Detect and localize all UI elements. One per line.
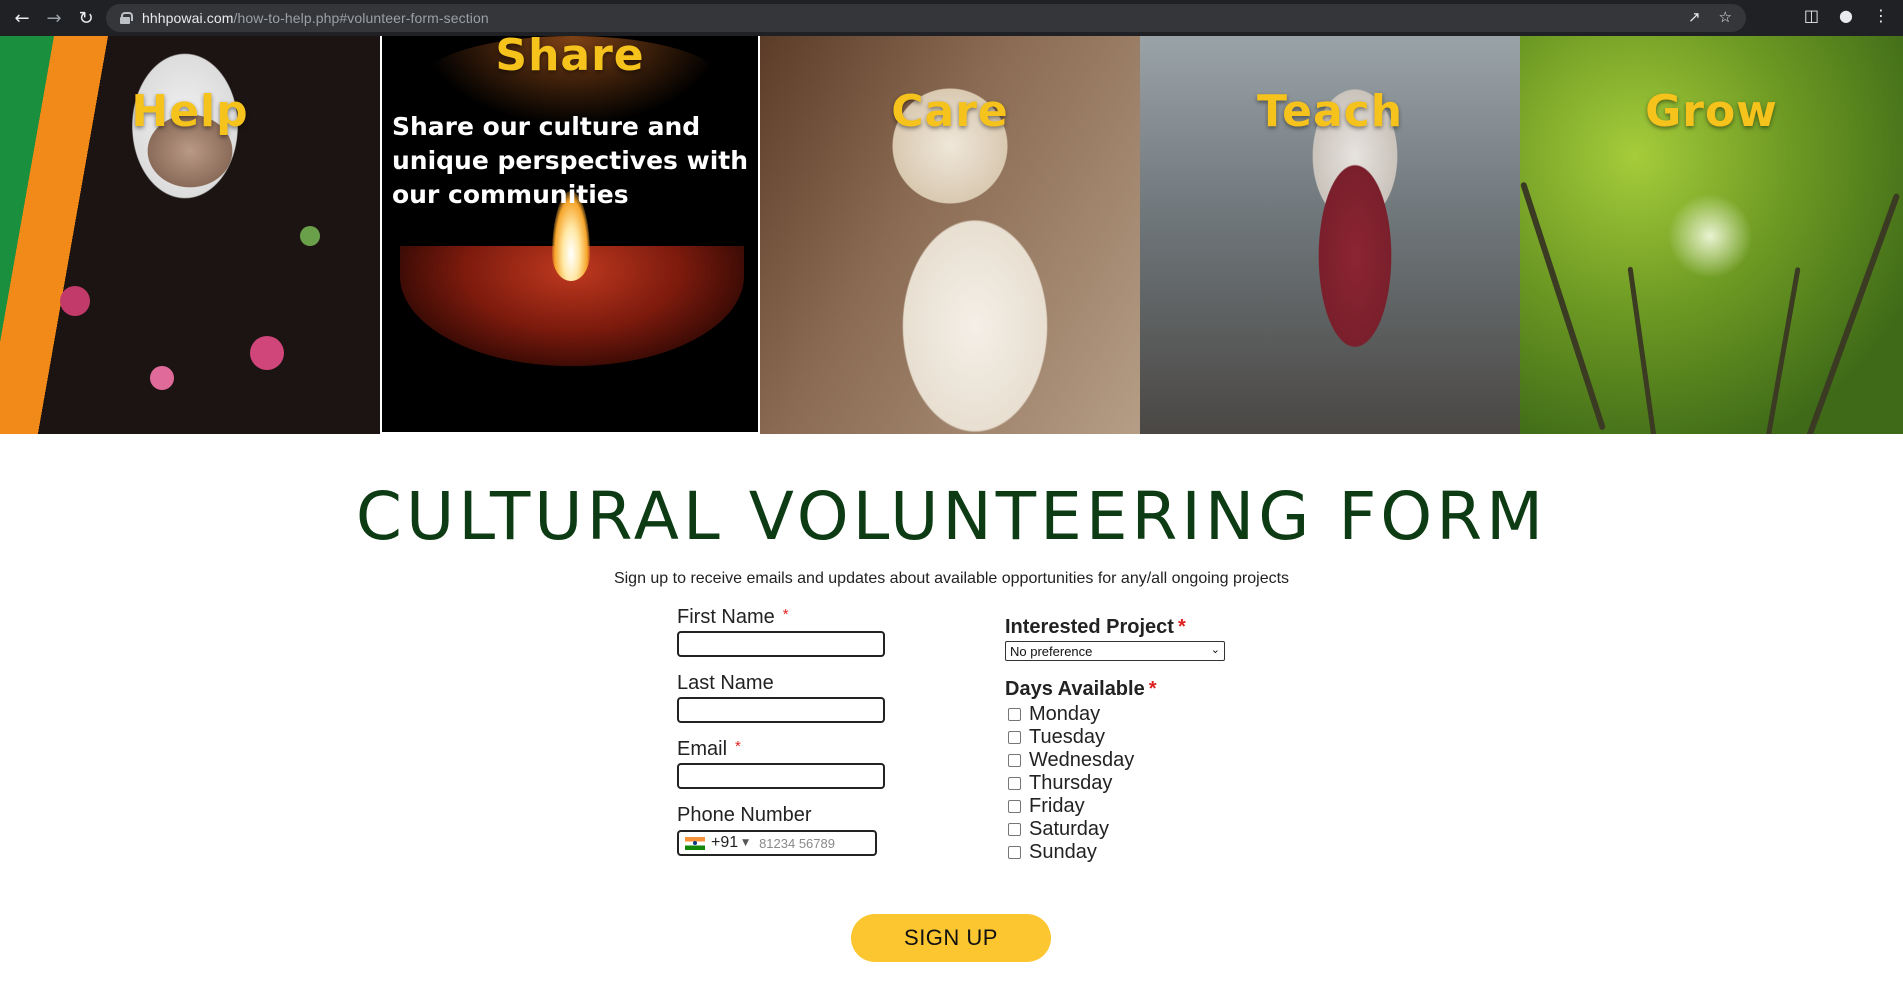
day-label: Thursday (1029, 772, 1113, 794)
day-label: Friday (1029, 795, 1085, 817)
last-name-label: Last Name (677, 672, 774, 694)
form-subtitle: Sign up to receive emails and updates ab… (613, 570, 1290, 587)
tile-teach[interactable]: Teach (1140, 36, 1520, 434)
tile-grow[interactable]: Grow (1520, 36, 1903, 434)
branch-decoration (1764, 266, 1801, 434)
dial-code[interactable]: +91 (711, 834, 738, 852)
omnibox-actions: ↗ ☆ (1688, 8, 1732, 26)
browser-toolbar: ← → ↻ hhhpowai.com/how-to-help.php#volun… (0, 0, 1903, 36)
flower-decoration (60, 286, 90, 316)
hero-tiles: Help Share Share our culture and unique … (0, 36, 1903, 434)
day-label: Sunday (1029, 841, 1097, 863)
first-name-label-text: First Name (677, 606, 775, 628)
flower-decoration (300, 226, 320, 246)
last-name-input[interactable] (677, 697, 885, 723)
day-option-saturday[interactable]: Saturday (1008, 818, 1109, 841)
day-checkbox[interactable] (1008, 800, 1021, 813)
day-label: Saturday (1029, 818, 1110, 840)
toolbar-actions: ◫ ● ⋮ (1804, 6, 1889, 25)
branch-decoration (1520, 181, 1607, 431)
tile-share-title: Share (495, 36, 645, 81)
side-panel-icon[interactable]: ◫ (1804, 6, 1819, 25)
tile-share[interactable]: Share Share our culture and unique persp… (380, 36, 760, 434)
tile-share-description: Share our culture and unique perspective… (392, 112, 749, 209)
required-marker: * (1177, 616, 1186, 638)
reload-icon[interactable]: ↻ (74, 6, 98, 30)
first-name-label: First Name * (677, 606, 789, 629)
day-option-sunday[interactable]: Sunday (1008, 841, 1097, 864)
lock-icon[interactable] (120, 12, 133, 24)
day-label: Tuesday (1029, 726, 1105, 748)
form-title: CULTURAL VOLUNTEERING FORM (355, 478, 1548, 555)
required-marker: * (735, 738, 741, 755)
back-icon[interactable]: ← (10, 6, 34, 30)
tile-help[interactable]: Help (0, 36, 380, 434)
forward-icon[interactable]: → (42, 6, 66, 30)
day-option-friday[interactable]: Friday (1008, 795, 1085, 818)
tile-help-title: Help (131, 86, 249, 137)
url-domain: hhhpowai.com (142, 10, 234, 26)
star-icon[interactable]: ☆ (1719, 8, 1732, 26)
phone-label: Phone Number (677, 804, 812, 826)
day-label: Wednesday (1029, 749, 1135, 771)
email-label-text: Email (677, 738, 728, 760)
day-label: Monday (1029, 703, 1101, 725)
share-icon[interactable]: ↗ (1688, 8, 1701, 26)
branch-decoration (1805, 192, 1901, 434)
day-checkbox[interactable] (1008, 731, 1021, 744)
tile-care-title: Care (891, 86, 1009, 137)
day-checkbox[interactable] (1008, 846, 1021, 859)
phone-input[interactable] (759, 835, 870, 851)
day-option-thursday[interactable]: Thursday (1008, 772, 1112, 795)
phone-field[interactable]: +91 ▼ (677, 830, 877, 856)
branch-decoration (1627, 266, 1658, 434)
day-option-tuesday[interactable]: Tuesday (1008, 726, 1105, 749)
india-flag-icon[interactable] (685, 836, 705, 850)
email-label: Email * (677, 738, 741, 761)
interested-project-label: Interested Project * (1005, 616, 1186, 639)
profile-icon[interactable]: ● (1839, 6, 1853, 25)
day-checkbox[interactable] (1008, 777, 1021, 790)
tile-care[interactable]: Care (760, 36, 1140, 434)
day-checkbox[interactable] (1008, 754, 1021, 767)
email-input[interactable] (677, 763, 885, 789)
interested-project-select[interactable]: No preference ⌄ (1005, 641, 1225, 661)
required-marker: * (1148, 678, 1157, 700)
menu-icon[interactable]: ⋮ (1873, 6, 1889, 25)
tile-teach-title: Teach (1256, 86, 1404, 137)
interested-project-value: No preference (1010, 643, 1093, 659)
url-path: /how-to-help.php#volunteer-form-section (233, 10, 489, 26)
sign-up-button[interactable]: SIGN UP (851, 914, 1051, 962)
first-name-input[interactable] (677, 631, 885, 657)
address-bar[interactable]: hhhpowai.com/how-to-help.php#volunteer-f… (106, 4, 1746, 32)
day-option-monday[interactable]: Monday (1008, 703, 1100, 726)
chevron-down-icon[interactable]: ▼ (742, 838, 749, 848)
day-checkbox[interactable] (1008, 708, 1021, 721)
flower-decoration (250, 336, 284, 370)
required-marker: * (782, 606, 789, 623)
url-text: hhhpowai.com/how-to-help.php#volunteer-f… (142, 10, 489, 26)
tile-grow-title: Grow (1645, 86, 1778, 137)
flower-decoration (150, 366, 174, 390)
interested-project-label-text: Interested Project (1005, 616, 1174, 638)
chevron-down-icon: ⌄ (1210, 643, 1220, 656)
day-option-wednesday[interactable]: Wednesday (1008, 749, 1134, 772)
day-checkbox[interactable] (1008, 823, 1021, 836)
days-available-label: Days Available * (1005, 678, 1157, 701)
days-available-label-text: Days Available (1005, 678, 1145, 700)
